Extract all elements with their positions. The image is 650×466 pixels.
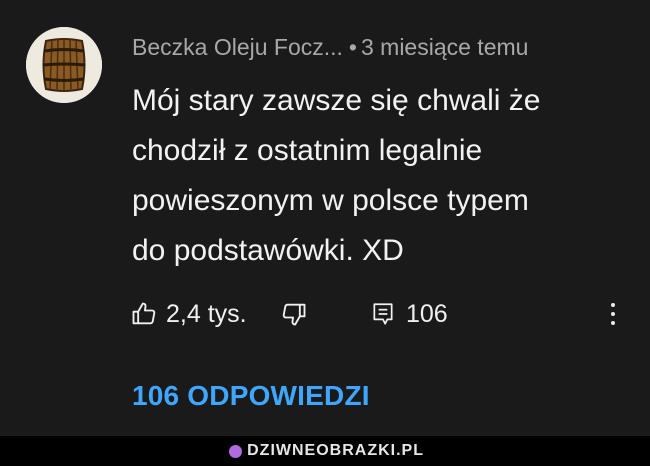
timestamp: 3 miesiące temu <box>360 34 529 60</box>
thumbs-down-icon <box>282 303 306 326</box>
avatar[interactable] <box>26 27 102 103</box>
author-name[interactable]: Beczka Oleju Focz... <box>132 34 343 60</box>
comment-header: Beczka Oleju Focz... • 3 miesiące temu <box>132 34 528 61</box>
more-vert-icon[interactable] <box>603 296 623 332</box>
brand-logo-icon <box>229 444 243 458</box>
comment-line: chodził z ostatnim legalnie <box>132 134 483 167</box>
like-count: 2,4 tys. <box>166 299 247 328</box>
dislike-button[interactable] <box>280 298 308 330</box>
view-replies-button[interactable]: 106 ODPOWIEDZI <box>132 380 370 412</box>
comment-text: Mój stary zawsze się chwali że chodził z… <box>132 76 632 276</box>
comment-icon <box>373 303 393 325</box>
comment-line: do podstawówki. XD <box>132 234 404 267</box>
watermark-text: DZIWNEOBRAZKI.PL <box>247 442 424 459</box>
reply-button[interactable]: 106 <box>370 298 448 330</box>
watermark: DZIWNEOBRAZKI.PL <box>229 442 424 459</box>
thumbs-up-icon <box>132 302 156 325</box>
reply-count: 106 <box>406 299 448 328</box>
barrel-icon <box>26 27 102 103</box>
comment-actions: 2,4 tys. 106 <box>130 298 630 330</box>
comment-line: powieszonym w polsce typem <box>132 184 529 217</box>
like-button[interactable]: 2,4 tys. <box>130 298 247 330</box>
watermark-bar: DZIWNEOBRAZKI.PL <box>0 436 650 466</box>
comment-line: Mój stary zawsze się chwali że <box>132 84 541 117</box>
separator-dot: • <box>348 34 357 60</box>
